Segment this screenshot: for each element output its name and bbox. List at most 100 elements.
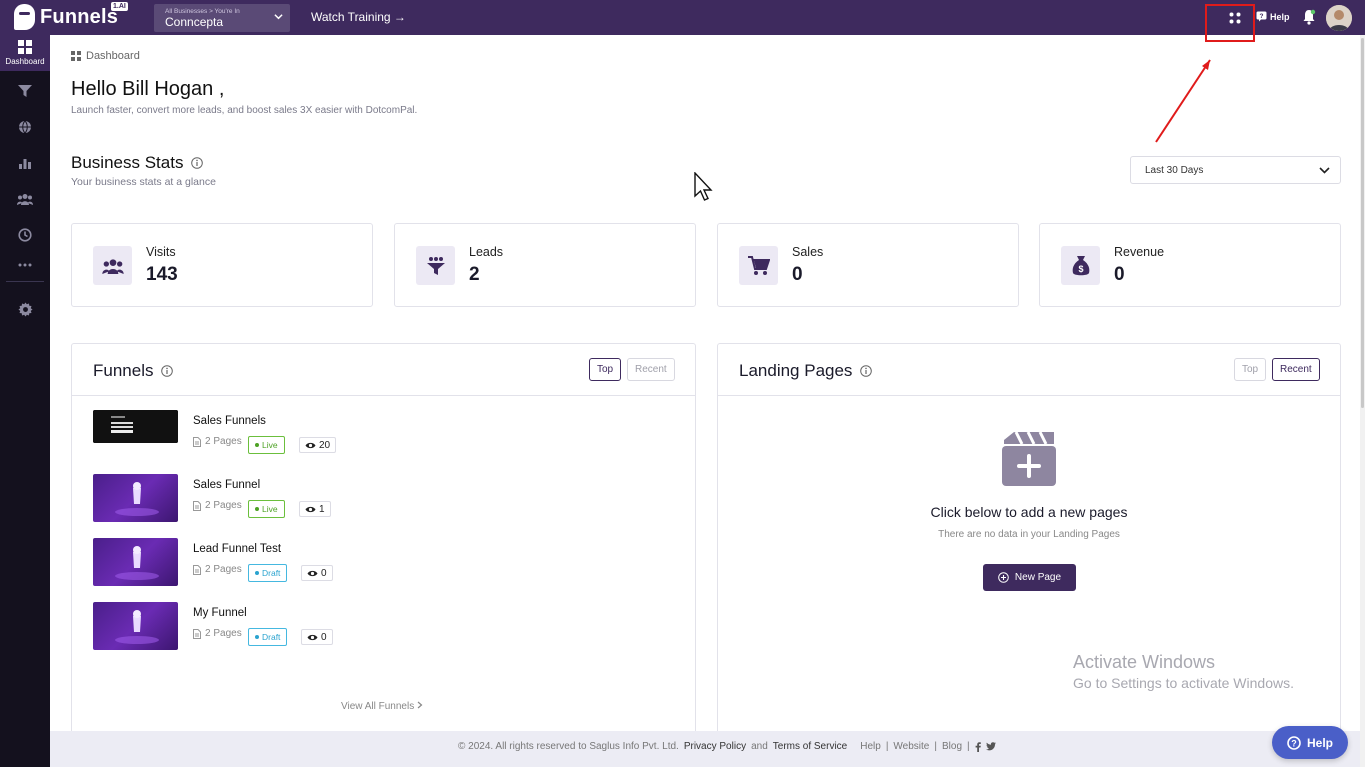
chevron-right-icon: [417, 701, 423, 709]
funnel-thumbnail: [93, 602, 178, 650]
landing-tab-recent[interactable]: Recent: [1272, 358, 1320, 381]
funnel-thumbnail: [93, 538, 178, 586]
eye-icon: [305, 506, 316, 512]
avatar-image: [1326, 5, 1352, 31]
funnels-tab-top[interactable]: Top: [589, 358, 622, 381]
funnels-tab-recent[interactable]: Recent: [627, 358, 675, 381]
privacy-policy-link[interactable]: Privacy Policy: [684, 741, 746, 752]
chevron-down-icon: [274, 14, 283, 20]
globe-icon: [19, 120, 31, 134]
date-range-select[interactable]: Last 30 Days: [1130, 156, 1341, 184]
brand-name: Funnels: [40, 5, 119, 28]
landing-pages-title: Landing Pages: [739, 361, 853, 380]
sidebar-item-label: Dashboard: [5, 57, 45, 66]
funnel-name[interactable]: Sales Funnel: [193, 479, 260, 491]
add-page-icon: [1002, 431, 1056, 486]
business-stats-title: Business Stats: [71, 153, 184, 172]
copyright-text: © 2024. All rights reserved to Saglus In…: [458, 741, 679, 752]
sidebar-item-funnels[interactable]: [0, 73, 50, 109]
funnel-row[interactable]: Lead Funnel Test 2 Pages Draft 0: [93, 538, 653, 586]
filter-icon: [18, 85, 32, 97]
brand-logo[interactable]: Funnels: [14, 4, 118, 30]
footer-help-link[interactable]: Help: [860, 741, 881, 752]
page-icon: [193, 500, 201, 511]
funnel-pages-label: 2 Pages: [205, 628, 242, 639]
landing-tab-top[interactable]: Top: [1234, 358, 1267, 381]
mouse-cursor-icon: [694, 172, 713, 201]
scrollbar-thumb[interactable]: [1361, 38, 1364, 408]
business-stats-heading: Business Stats: [71, 153, 204, 173]
twitter-icon[interactable]: [985, 742, 996, 751]
status-label: Draft: [262, 632, 281, 642]
funnel-name[interactable]: Sales Funnels: [193, 415, 266, 427]
chevron-down-icon: [1319, 167, 1330, 174]
funnel-thumbnail: [93, 410, 178, 443]
status-dot: [255, 443, 259, 447]
stat-value: 0: [792, 264, 803, 285]
info-icon[interactable]: [860, 365, 873, 377]
grid-icon: [71, 51, 81, 61]
footer-website-link[interactable]: Website: [893, 741, 929, 752]
funnel-row[interactable]: Sales Funnel 2 Pages Live 1: [93, 474, 653, 522]
annotation-highlight-box: [1205, 4, 1255, 42]
status-dot: [255, 507, 259, 511]
funnel-row[interactable]: Sales Funnels 2 Pages Live 20: [93, 410, 653, 458]
user-avatar[interactable]: [1326, 5, 1352, 31]
view-all-funnels-link[interactable]: View All Funnels: [341, 701, 423, 712]
views-count: 0: [321, 631, 327, 643]
sidebar-item-dashboard[interactable]: Dashboard: [0, 35, 50, 71]
funnel-thumbnail: [93, 474, 178, 522]
funnel-name[interactable]: My Funnel: [193, 607, 247, 619]
users-icon: [101, 258, 124, 274]
status-dot: [255, 635, 259, 639]
svg-text:?: ?: [1260, 13, 1264, 20]
terms-of-service-link[interactable]: Terms of Service: [773, 741, 847, 752]
info-icon[interactable]: [191, 157, 204, 169]
funnel-pages: 2 Pages: [193, 564, 242, 575]
funnel-pages: 2 Pages: [193, 436, 242, 447]
view-all-label: View All Funnels: [341, 701, 415, 712]
funnel-row[interactable]: My Funnel 2 Pages Draft 0: [93, 602, 653, 650]
new-page-button[interactable]: New Page: [983, 564, 1076, 591]
breadcrumb-label: Dashboard: [86, 50, 140, 62]
sidebar-item-settings[interactable]: [0, 291, 50, 327]
stat-card-sales: Sales 0: [717, 223, 1019, 307]
funnel-icon: [426, 256, 445, 275]
help-fab-label: Help: [1306, 735, 1333, 750]
page-icon: [193, 628, 201, 639]
bell-icon[interactable]: [1302, 9, 1316, 25]
sidebar-item-more[interactable]: [0, 247, 50, 283]
help-top-label: Help: [1270, 11, 1290, 22]
users-icon: [17, 194, 33, 205]
annotation-arrow: [1155, 59, 1211, 143]
funnel-name[interactable]: Lead Funnel Test: [193, 543, 281, 555]
watermark-line-1: Activate Windows: [1073, 652, 1216, 672]
question-circle-icon: ?: [1287, 735, 1301, 750]
help-floating-button[interactable]: ? Help: [1272, 726, 1348, 759]
facebook-icon[interactable]: [975, 741, 981, 752]
status-dot: [255, 571, 259, 575]
stat-card-visits: Visits 143: [71, 223, 373, 307]
info-icon[interactable]: [161, 365, 174, 377]
business-selector[interactable]: All Businesses > You're In Conncepta: [154, 4, 290, 32]
views-count: 0: [321, 567, 327, 579]
funnels-panel-header: Funnels Top Recent: [72, 344, 695, 396]
status-badge: Live: [248, 436, 285, 454]
help-top-button[interactable]: ? Help: [1256, 11, 1290, 22]
sidebar-item-websites[interactable]: [0, 109, 50, 145]
status-badge: Draft: [248, 628, 288, 646]
status-badge: Live: [248, 500, 285, 518]
page-subtitle: Launch faster, convert more leads, and b…: [71, 105, 418, 116]
footer-links: © 2024. All rights reserved to Saglus In…: [458, 741, 996, 752]
status-badge: Draft: [248, 564, 288, 582]
stat-value: 143: [146, 264, 178, 285]
footer-blog-link[interactable]: Blog: [942, 741, 962, 752]
sidebar-item-analytics[interactable]: [0, 145, 50, 181]
stat-value: 0: [1114, 264, 1125, 285]
top-bar: Funnels 1.AI All Businesses > You're In …: [0, 0, 1365, 35]
sidebar-item-contacts[interactable]: [0, 181, 50, 217]
watch-training-link[interactable]: Watch Training →: [311, 10, 406, 24]
sidebar: Dashboard: [0, 35, 50, 767]
brand-badge: 1.AI: [111, 2, 128, 11]
funnel-pages-label: 2 Pages: [205, 500, 242, 511]
